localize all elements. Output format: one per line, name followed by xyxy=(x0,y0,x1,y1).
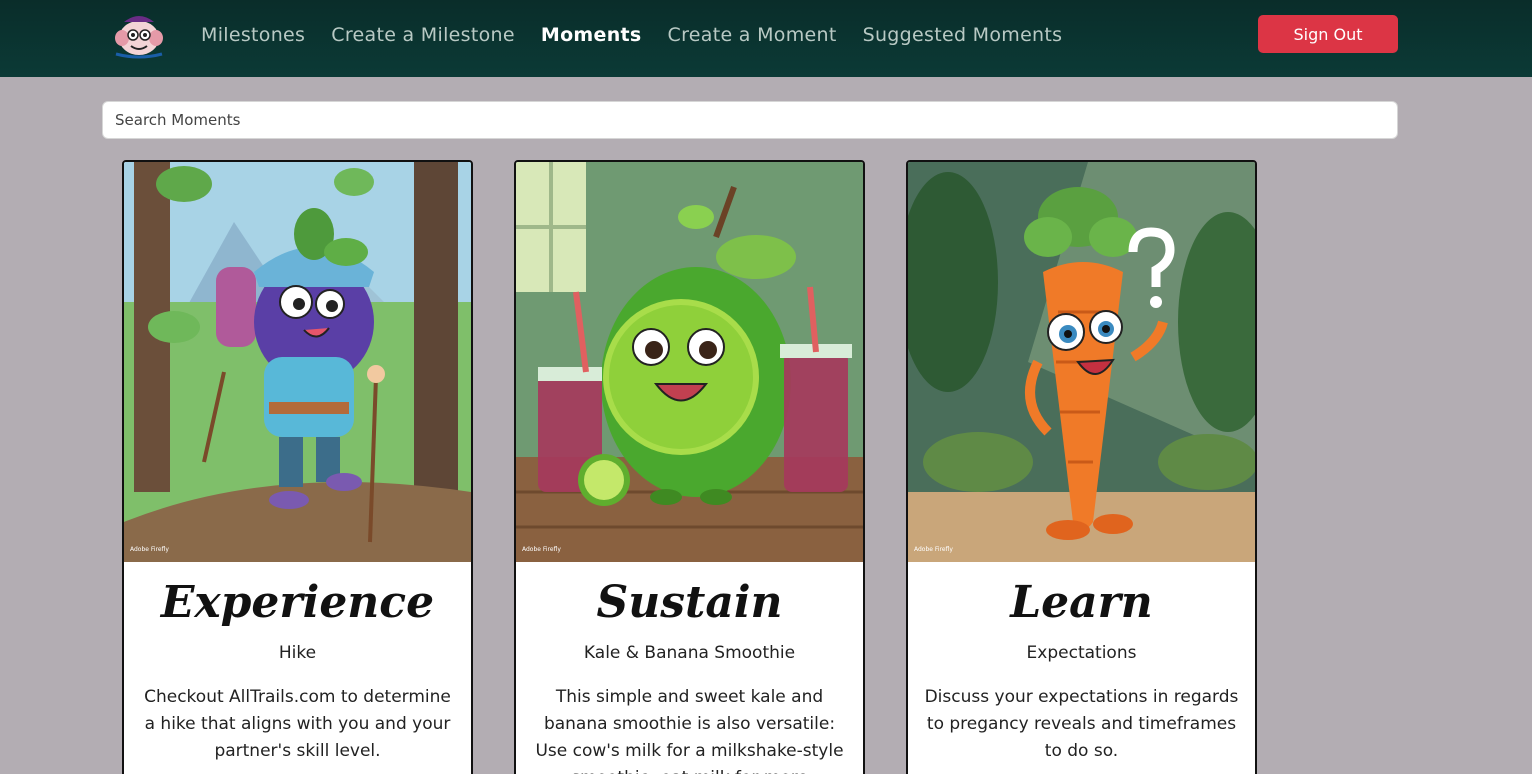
card-subtitle: Hike xyxy=(278,643,317,663)
sign-out-button[interactable]: Sign Out xyxy=(1258,15,1398,53)
adobe-firefly-watermark: Adobe Firefly xyxy=(522,546,561,553)
nav-link-suggested-moments[interactable]: Suggested Moments xyxy=(863,24,1063,46)
nav-links: Milestones Create a Milestone Moments Cr… xyxy=(201,0,1088,70)
adobe-firefly-watermark: Adobe Firefly xyxy=(914,546,953,553)
card-title: Learn xyxy=(1010,577,1153,628)
card-description: Checkout AllTrails.com to determine a hi… xyxy=(144,687,451,761)
lime-smoothie-illustration-icon xyxy=(516,162,863,562)
nav-link-create-milestone[interactable]: Create a Milestone xyxy=(331,24,515,46)
card-subtitle: Expectations xyxy=(1026,643,1137,663)
adobe-firefly-watermark: Adobe Firefly xyxy=(130,546,169,553)
card-title: Experience xyxy=(160,577,435,628)
moment-card[interactable]: Adobe Firefly Experience Hike Checkout A… xyxy=(122,160,473,774)
moment-card[interactable]: Adobe Firefly Sustain Kale & Banana Smoo… xyxy=(514,160,865,774)
card-subtitle: Kale & Banana Smoothie xyxy=(583,643,796,663)
card-description: Discuss your expectations in regards to … xyxy=(924,687,1239,761)
blueberry-hiker-illustration-icon xyxy=(124,162,471,562)
card-description: This simple and sweet kale and banana sm… xyxy=(535,687,844,774)
card-title: Sustain xyxy=(596,577,783,628)
carrot-question-illustration-icon xyxy=(908,162,1255,562)
monkey-mascot-logo-icon[interactable] xyxy=(108,8,170,60)
moment-card[interactable]: Adobe Firefly Learn Expectations Discuss… xyxy=(906,160,1257,774)
search-input[interactable] xyxy=(102,101,1398,139)
top-navbar: Milestones Create a Milestone Moments Cr… xyxy=(0,0,1532,77)
nav-link-create-moment[interactable]: Create a Moment xyxy=(668,24,837,46)
nav-link-milestones[interactable]: Milestones xyxy=(201,24,305,46)
nav-link-moments[interactable]: Moments xyxy=(541,24,642,46)
